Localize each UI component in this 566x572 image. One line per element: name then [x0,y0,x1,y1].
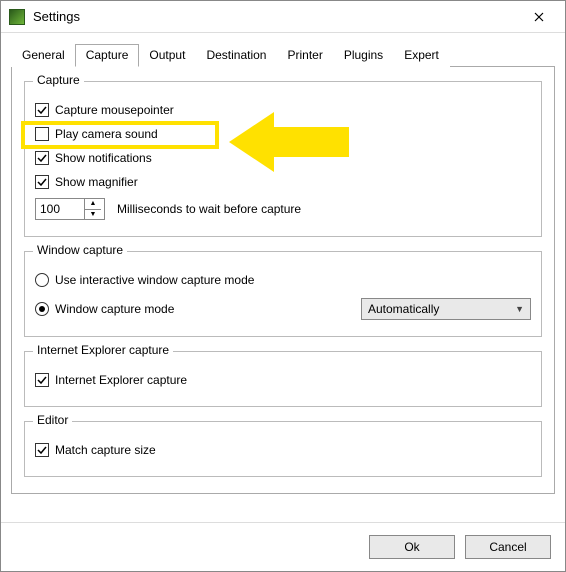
window-title: Settings [33,9,519,24]
checkbox-mousepointer[interactable] [35,103,49,117]
cancel-button[interactable]: Cancel [465,535,551,559]
check-icon [37,445,47,455]
check-icon [37,375,47,385]
tab-output[interactable]: Output [138,44,196,67]
label-interactive: Use interactive window capture mode [55,273,254,287]
group-ie: Internet Explorer capture Internet Explo… [24,351,542,407]
radio-mode[interactable] [35,302,49,316]
check-icon [37,105,47,115]
check-icon [37,153,47,163]
spin-down[interactable]: ▼ [85,210,101,220]
group-editor-legend: Editor [33,413,72,427]
settings-window: Settings General Capture Output Destinat… [0,0,566,572]
label-notifications: Show notifications [55,151,152,165]
label-magnifier: Show magnifier [55,175,138,189]
titlebar: Settings [1,1,565,33]
label-mousepointer: Capture mousepointer [55,103,174,117]
footer: Ok Cancel [1,522,565,571]
ok-button[interactable]: Ok [369,535,455,559]
tab-destination[interactable]: Destination [195,44,277,67]
close-icon [534,12,544,22]
checkbox-camerasound[interactable] [35,127,49,141]
group-windowcapture-legend: Window capture [33,243,127,257]
delay-input[interactable] [36,199,84,219]
tabstrip: General Capture Output Destination Print… [11,43,555,67]
label-mode: Window capture mode [55,302,355,316]
tab-general[interactable]: General [11,44,76,67]
spin-up[interactable]: ▲ [85,199,101,210]
app-icon [9,9,25,25]
label-delay: Milliseconds to wait before capture [117,202,301,216]
group-capture: Capture Capture mousepointer Play camera… [24,81,542,237]
checkbox-ie[interactable] [35,373,49,387]
group-editor: Editor Match capture size [24,421,542,477]
checkbox-editor[interactable] [35,443,49,457]
close-button[interactable] [519,3,559,31]
mode-select-value: Automatically [368,302,439,316]
delay-spinner: ▲ ▼ [84,199,101,219]
capture-panel: Capture Capture mousepointer Play camera… [11,67,555,494]
checkbox-magnifier[interactable] [35,175,49,189]
group-ie-legend: Internet Explorer capture [33,343,173,357]
tab-capture[interactable]: Capture [75,44,140,67]
delay-input-wrap: ▲ ▼ [35,198,105,220]
group-capture-legend: Capture [33,73,84,87]
checkbox-notifications[interactable] [35,151,49,165]
group-windowcapture: Window capture Use interactive window ca… [24,251,542,337]
check-icon [37,177,47,187]
tab-printer[interactable]: Printer [276,44,333,67]
label-camerasound: Play camera sound [55,127,158,141]
tab-expert[interactable]: Expert [393,44,450,67]
label-ie: Internet Explorer capture [55,373,187,387]
radio-interactive[interactable] [35,273,49,287]
radio-dot-icon [39,306,45,312]
tab-plugins[interactable]: Plugins [333,44,394,67]
mode-select[interactable]: Automatically ▼ [361,298,531,320]
label-editor: Match capture size [55,443,156,457]
chevron-down-icon: ▼ [515,304,524,314]
